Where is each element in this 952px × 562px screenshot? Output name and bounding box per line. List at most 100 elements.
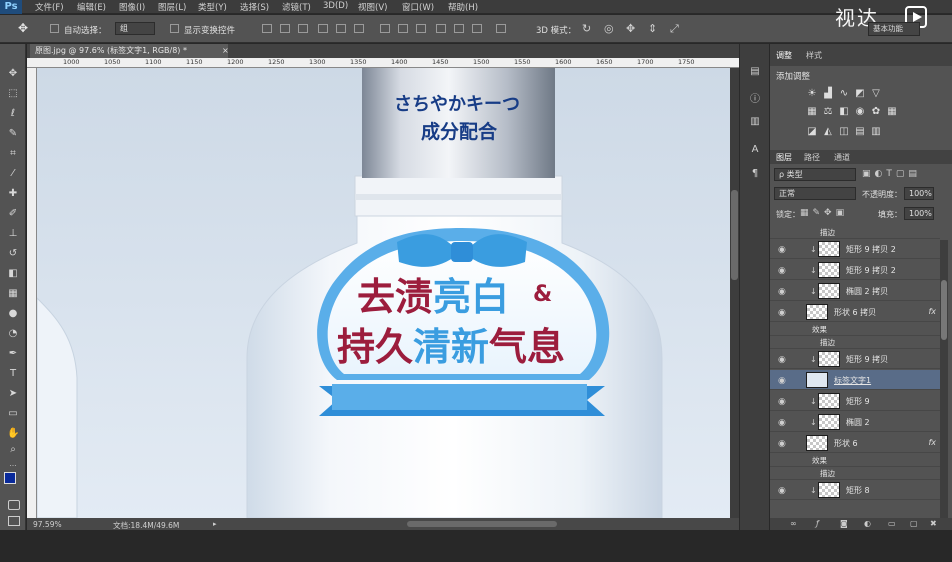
move-tool-icon[interactable]: ✥ xyxy=(18,21,28,35)
visibility-eye-icon[interactable]: ◉ xyxy=(778,308,786,318)
pen-tool-icon[interactable]: ✒ xyxy=(7,348,19,360)
vertical-scrollbar-thumb[interactable] xyxy=(731,190,738,280)
vibrance-icon[interactable]: ▽ xyxy=(870,88,882,100)
align-bottom-icon[interactable] xyxy=(298,24,308,33)
document-tab[interactable]: 原图.jpg @ 97.6% (标签文字1, RGB/8) * xyxy=(30,44,228,58)
status-zoom[interactable]: 97.59% xyxy=(33,520,62,529)
lasso-tool-icon[interactable]: ℓ xyxy=(7,108,19,120)
auto-align-icon[interactable] xyxy=(496,24,506,33)
tab-adjustments[interactable]: 调整 xyxy=(776,50,792,61)
threshold-icon[interactable]: ◫ xyxy=(838,126,850,138)
layer-effect-row[interactable]: 效果 xyxy=(770,454,940,467)
layer-filter-icons[interactable]: ▣◐T▢▤ xyxy=(862,169,921,179)
crop-tool-icon[interactable]: ⌗ xyxy=(7,148,19,160)
3d-roll-icon[interactable]: ◎ xyxy=(604,22,614,35)
blur-tool-icon[interactable]: ● xyxy=(7,308,19,320)
layer-effect-row[interactable]: 效果 xyxy=(770,323,940,336)
channel-mixer-icon[interactable]: ✿ xyxy=(870,106,882,118)
layer-row[interactable]: ◉ 形状 6 拷贝 fx xyxy=(770,302,940,322)
brightness-contrast-icon[interactable]: ☀ xyxy=(806,88,818,100)
lock-icons[interactable]: ▦✎✥▣ xyxy=(800,208,848,218)
layer-row[interactable]: ◉ ↓ 矩形 9 拷贝 xyxy=(770,349,940,369)
3d-pan-icon[interactable]: ✥ xyxy=(626,22,635,35)
tab-channels[interactable]: 通道 xyxy=(834,152,850,163)
layer-row[interactable]: ◉ ↓ 矩形 9 xyxy=(770,391,940,411)
posterize-icon[interactable]: ◭ xyxy=(822,126,834,138)
tab-layers[interactable]: 图层 xyxy=(776,152,792,163)
menu-layer[interactable]: 图层(L) xyxy=(158,1,186,13)
layer-row[interactable]: ◉ 形状 6 fx xyxy=(770,433,940,453)
distribute-top-icon[interactable] xyxy=(380,24,390,33)
menu-filter[interactable]: 滤镜(T) xyxy=(282,1,311,13)
eraser-tool-icon[interactable]: ◧ xyxy=(7,268,19,280)
workspace-switcher[interactable]: 基本功能 xyxy=(868,22,920,36)
quick-mask-icon[interactable] xyxy=(8,500,20,510)
distribute-bottom-icon[interactable] xyxy=(416,24,426,33)
auto-select-dropdown[interactable]: 组 xyxy=(115,22,155,35)
layer-row[interactable]: ◉ ↓ 矩形 8 xyxy=(770,480,940,500)
close-tab-icon[interactable]: × xyxy=(222,46,229,55)
hand-tool-icon[interactable]: ✋ xyxy=(7,428,19,440)
3d-slide-icon[interactable]: ⇕ xyxy=(648,22,657,35)
distribute-right-icon[interactable] xyxy=(472,24,482,33)
levels-icon[interactable]: ▟ xyxy=(822,88,834,100)
curves-icon[interactable]: ∿ xyxy=(838,88,850,100)
black-white-icon[interactable]: ◧ xyxy=(838,106,850,118)
marquee-tool-icon[interactable]: ⬚ xyxy=(7,88,19,100)
auto-select-checkbox[interactable] xyxy=(50,24,59,33)
visibility-eye-icon[interactable]: ◉ xyxy=(778,287,786,297)
gradient-map-icon[interactable]: ▥ xyxy=(870,126,882,138)
foreground-color-swatch[interactable] xyxy=(4,472,16,484)
swap-colors-icon[interactable]: … xyxy=(7,458,19,470)
distribute-left-icon[interactable] xyxy=(436,24,446,33)
document-canvas[interactable]: さちやかキーつ 成分配合 去渍亮白 & 持久清新气息 xyxy=(37,68,730,518)
paragraph-panel-icon[interactable]: ¶ xyxy=(749,168,761,180)
path-select-tool-icon[interactable]: ➤ xyxy=(7,388,19,400)
visibility-eye-icon[interactable]: ◉ xyxy=(778,355,786,365)
horizontal-scrollbar-thumb[interactable] xyxy=(407,521,557,527)
menu-type[interactable]: 类型(Y) xyxy=(198,1,227,13)
healing-brush-tool-icon[interactable]: ✚ xyxy=(7,188,19,200)
menu-edit[interactable]: 编辑(E) xyxy=(77,1,106,13)
layer-fx-badge[interactable]: fx xyxy=(928,307,936,316)
align-right-icon[interactable] xyxy=(354,24,364,33)
fill-field[interactable]: 100% xyxy=(904,207,934,220)
hue-saturation-icon[interactable]: ▦ xyxy=(806,106,818,118)
clone-stamp-tool-icon[interactable]: ⊥ xyxy=(7,228,19,240)
layer-row[interactable]: ◉ ↓ 椭圆 2 xyxy=(770,412,940,432)
rectangle-tool-icon[interactable]: ▭ xyxy=(7,408,19,420)
layer-effect-row[interactable]: 描边 xyxy=(770,336,940,349)
selective-color-icon[interactable]: ▤ xyxy=(854,126,866,138)
opacity-field[interactable]: 100% xyxy=(904,187,934,200)
visibility-eye-icon[interactable]: ◉ xyxy=(778,486,786,496)
blend-mode-dropdown[interactable]: 正常 xyxy=(774,187,856,200)
visibility-eye-icon[interactable]: ◉ xyxy=(778,397,786,407)
visibility-eye-icon[interactable]: ◉ xyxy=(778,266,786,276)
add-style-icon[interactable]: ƒ xyxy=(816,519,819,528)
color-lookup-icon[interactable]: ▦ xyxy=(886,106,898,118)
dodge-tool-icon[interactable]: ◔ xyxy=(7,328,19,340)
layer-filter-dropdown[interactable]: ρ 类型 xyxy=(774,168,856,181)
screen-mode-icon[interactable] xyxy=(8,516,20,526)
menu-file[interactable]: 文件(F) xyxy=(35,1,64,13)
show-transform-checkbox[interactable] xyxy=(170,24,179,33)
distribute-hcenter-icon[interactable] xyxy=(454,24,464,33)
menu-select[interactable]: 选择(S) xyxy=(240,1,269,13)
align-hcenter-icon[interactable] xyxy=(336,24,346,33)
history-panel-icon[interactable]: ▤ xyxy=(749,66,761,78)
gradient-tool-icon[interactable]: ▦ xyxy=(7,288,19,300)
menu-help[interactable]: 帮助(H) xyxy=(448,1,478,13)
brush-tool-icon[interactable]: ✐ xyxy=(7,208,19,220)
visibility-eye-icon[interactable]: ◉ xyxy=(778,245,786,255)
layer-fx-badge[interactable]: fx xyxy=(928,438,936,447)
exposure-icon[interactable]: ◩ xyxy=(854,88,866,100)
menu-3d[interactable]: 3D(D) xyxy=(323,1,348,11)
eyedropper-tool-icon[interactable]: ⁄ xyxy=(7,168,19,180)
menu-image[interactable]: 图像(I) xyxy=(119,1,145,13)
new-layer-icon[interactable]: ▢ xyxy=(910,519,918,528)
properties-panel-icon[interactable]: ▥ xyxy=(749,116,761,128)
link-layers-icon[interactable]: ∞ xyxy=(790,519,797,528)
info-panel-icon[interactable]: ⓘ xyxy=(749,94,761,106)
add-mask-icon[interactable]: ◙ xyxy=(840,519,848,528)
layer-row[interactable]: ◉ ↓ 矩形 9 拷贝 2 xyxy=(770,239,940,259)
